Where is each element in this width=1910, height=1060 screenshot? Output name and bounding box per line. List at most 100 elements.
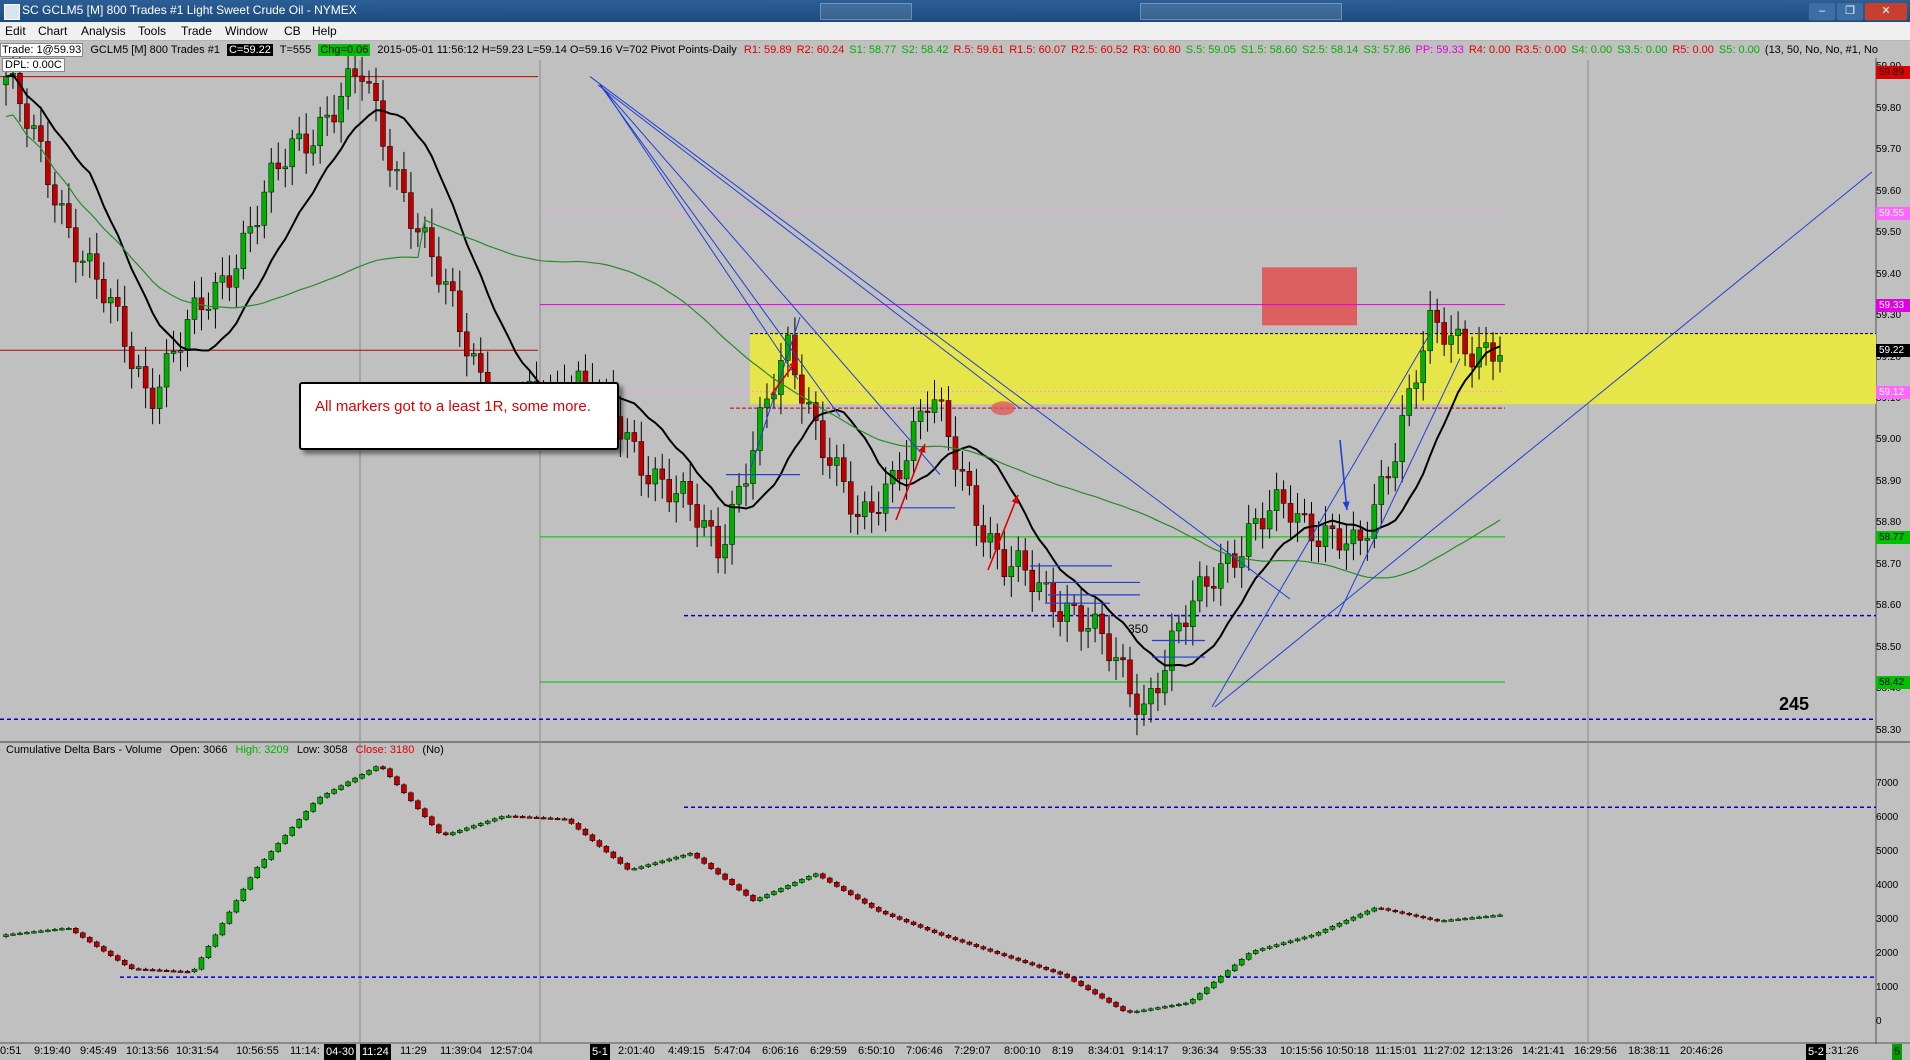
annotation-note[interactable]: All markers got to a least 1R, some more… xyxy=(299,382,619,450)
candle-body xyxy=(875,511,882,514)
delta-bar xyxy=(1099,993,1105,999)
candle-body xyxy=(128,346,135,369)
candle-body xyxy=(1043,582,1049,585)
delta-bar xyxy=(1224,970,1231,977)
candle-body xyxy=(638,441,645,476)
delta-bar xyxy=(1029,962,1036,966)
candle-body xyxy=(191,297,198,320)
delta-bar xyxy=(94,941,100,947)
time-tick-label: 11:27:02 xyxy=(1423,1045,1466,1057)
delta-bar xyxy=(163,969,170,972)
candle-body xyxy=(1127,659,1133,695)
candle-body xyxy=(896,470,903,480)
delta-tick-label: 7000 xyxy=(1876,778,1899,790)
candle-body xyxy=(917,410,924,422)
delta-bar xyxy=(659,860,665,864)
delta-bar xyxy=(296,819,302,828)
price-tick-label: 59.70 xyxy=(1876,144,1902,156)
delta-bar xyxy=(170,970,177,973)
candle-body xyxy=(52,184,58,206)
delta-bar xyxy=(1385,908,1392,911)
time-tick-label: 6:50:10 xyxy=(858,1045,895,1057)
candle-body xyxy=(715,525,721,559)
candle-body xyxy=(401,169,407,193)
delta-bar xyxy=(1294,938,1301,942)
delta-panel-name: Cumulative Delta Bars - Volume xyxy=(6,744,162,756)
delta-bar xyxy=(1148,1008,1154,1011)
candle-body xyxy=(366,81,372,84)
price-tick-label: 58.60 xyxy=(1876,600,1902,612)
candle-body xyxy=(100,279,107,304)
delta-tick-label: 2000 xyxy=(1876,948,1899,960)
delta-bar xyxy=(666,858,672,862)
delta-bar xyxy=(484,820,491,824)
candle-body xyxy=(324,114,330,118)
time-tick-label: 2:01:40 xyxy=(618,1045,655,1057)
delta-tick-label: 6000 xyxy=(1876,812,1899,824)
candle-body xyxy=(184,319,191,352)
candle-body xyxy=(854,513,861,517)
time-tick-label: 11:14: xyxy=(290,1045,320,1057)
delta-bar xyxy=(729,879,735,885)
delta-bar xyxy=(1343,919,1350,924)
date-marker: 5 xyxy=(1892,1044,1903,1060)
candle-body xyxy=(1022,550,1029,571)
candle-body xyxy=(114,297,121,307)
dpl-readout: DPL: 0.00C xyxy=(2,58,65,72)
delta-bar xyxy=(638,866,645,869)
time-tick-label: 6:06:16 xyxy=(762,1045,799,1057)
delta-bar xyxy=(568,818,575,824)
candle-body xyxy=(387,146,393,171)
candle-body xyxy=(296,133,302,140)
candle-body xyxy=(910,421,917,461)
pivot-value: PP: 59.33 xyxy=(1415,44,1464,56)
delta-bar xyxy=(401,784,407,794)
candle-body xyxy=(1162,670,1168,694)
delta-bar xyxy=(184,971,191,974)
delta-panel-header: Cumulative Delta Bars - Volume Open: 306… xyxy=(6,744,449,756)
delta-bar xyxy=(1127,1010,1133,1013)
candle-body xyxy=(673,493,679,503)
candle-body xyxy=(289,138,295,168)
candle-body xyxy=(1176,622,1182,632)
candle-body xyxy=(282,166,289,170)
delta-bar xyxy=(1301,936,1308,940)
delta-bar xyxy=(352,777,358,783)
delta-bar xyxy=(645,864,652,867)
pivot-value: R3.5: 0.00 xyxy=(1515,44,1567,56)
time-tick-label: 9:19:40 xyxy=(34,1045,71,1057)
candle-body xyxy=(1497,355,1503,362)
delta-bar xyxy=(149,969,156,972)
time-tick-label: 10:31:54 xyxy=(176,1045,219,1057)
delta-bar xyxy=(603,846,610,853)
candle-body xyxy=(847,481,854,515)
delta-bar xyxy=(743,889,749,896)
pivot-value: S3.5: 0.00 xyxy=(1617,44,1668,56)
delta-bar xyxy=(59,928,65,931)
candle-body xyxy=(429,227,435,258)
candle-body xyxy=(443,281,449,285)
candle-body xyxy=(177,350,184,353)
delta-bar xyxy=(547,817,554,820)
delta-bar xyxy=(87,937,93,943)
pivot-value: R3: 60.80 xyxy=(1132,44,1181,56)
time-axis[interactable]: 0:51 9:19:40 9:45:49 10:13:56 10:31:54 10:56:… xyxy=(0,1044,1910,1060)
candle-body xyxy=(736,485,742,505)
delta-bar xyxy=(785,885,791,889)
price-tag: 59.22 xyxy=(1876,344,1910,358)
delta-bar xyxy=(45,929,51,932)
time-tick-label: 11:29 xyxy=(400,1045,427,1057)
delta-bar xyxy=(52,929,58,932)
time-tick-label: 20:46:26 xyxy=(1680,1045,1723,1057)
delta-bar xyxy=(701,857,707,864)
delta-bar xyxy=(1217,976,1224,983)
candle-body xyxy=(701,520,707,528)
chart-canvas[interactable] xyxy=(0,0,1910,1060)
delta-bar xyxy=(1308,934,1315,938)
delta-bar xyxy=(1190,999,1196,1004)
candle-body xyxy=(659,468,665,480)
delta-bar xyxy=(491,818,498,822)
candle-body xyxy=(345,68,351,97)
delta-bar xyxy=(17,932,23,935)
delta-bar xyxy=(1043,967,1049,970)
